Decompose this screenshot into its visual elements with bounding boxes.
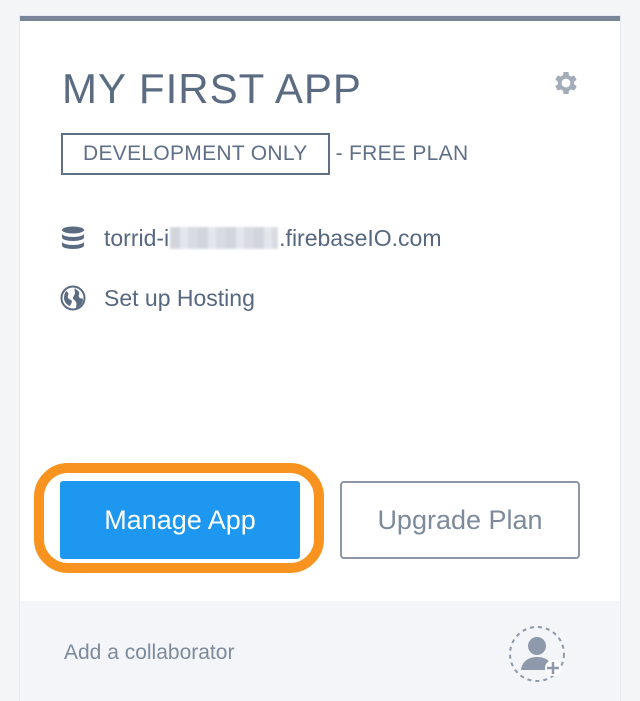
hosting-link[interactable]: Set up Hosting — [104, 285, 255, 312]
hosting-row[interactable]: Set up Hosting — [60, 281, 255, 315]
redacted-text — [170, 227, 279, 249]
plan-info: DEVELOPMENT ONLY - FREE PLAN — [61, 133, 468, 175]
plan-badge: DEVELOPMENT ONLY — [61, 133, 330, 175]
globe-icon — [60, 285, 86, 311]
database-url[interactable]: torrid-i .firebaseIO.com — [104, 225, 442, 252]
add-collaborator-label[interactable]: Add a collaborator — [64, 641, 234, 665]
manage-app-button[interactable]: Manage App — [60, 481, 300, 559]
add-user-icon[interactable] — [507, 624, 569, 686]
app-title: MY FIRST APP — [62, 65, 362, 112]
database-url-prefix: torrid-i — [104, 224, 170, 251]
app-card: MY FIRST APP DEVELOPMENT ONLY - FREE PLA… — [20, 16, 620, 701]
gear-icon[interactable] — [551, 68, 581, 98]
database-icon — [62, 226, 84, 249]
database-url-suffix: .firebaseIO.com — [279, 224, 442, 251]
upgrade-plan-button[interactable]: Upgrade Plan — [340, 481, 580, 559]
plan-name: - FREE PLAN — [335, 142, 469, 165]
database-url-row[interactable]: torrid-i .firebaseIO.com — [60, 221, 442, 255]
